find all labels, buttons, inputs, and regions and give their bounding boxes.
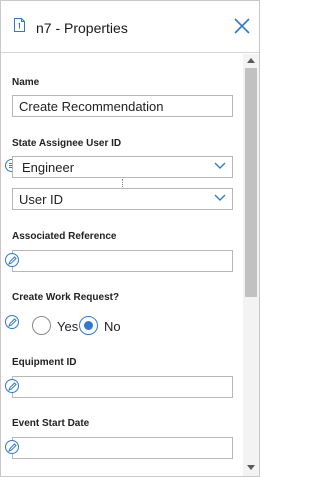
event-start-date-label: Event Start Date bbox=[12, 418, 90, 429]
radio-no[interactable] bbox=[79, 316, 98, 335]
pencil-icon[interactable] bbox=[5, 440, 19, 454]
user-id-value: User ID bbox=[19, 192, 64, 207]
state-assignee-value: Engineer bbox=[22, 160, 75, 175]
close-icon[interactable] bbox=[233, 17, 251, 35]
document-icon bbox=[14, 18, 25, 32]
scroll-down-icon[interactable] bbox=[247, 465, 255, 470]
associated-reference-field[interactable] bbox=[12, 250, 233, 272]
name-label: Name bbox=[12, 77, 40, 88]
pencil-icon[interactable] bbox=[5, 315, 19, 329]
scroll-thumb[interactable] bbox=[245, 68, 257, 297]
create-work-request-label: Create Work Request? bbox=[12, 292, 120, 303]
chevron-down-icon bbox=[214, 162, 226, 169]
properties-panel: n7 - Properties Name Create Recommendati… bbox=[0, 0, 260, 477]
panel-header: n7 - Properties bbox=[1, 1, 259, 53]
state-assignee-select[interactable]: Engineer bbox=[12, 156, 233, 178]
radio-yes[interactable] bbox=[32, 316, 51, 335]
name-value: Create Recommendation bbox=[19, 99, 164, 114]
radio-yes-label: Yes bbox=[57, 319, 79, 334]
equipment-id-label: Equipment ID bbox=[12, 357, 77, 368]
radio-no-label: No bbox=[104, 319, 121, 334]
equipment-id-field[interactable] bbox=[12, 376, 233, 398]
associated-reference-label: Associated Reference bbox=[12, 231, 117, 242]
event-start-date-field[interactable] bbox=[12, 437, 233, 459]
properties-content: Name Create Recommendation State Assigne… bbox=[1, 54, 243, 476]
pencil-icon[interactable] bbox=[5, 253, 19, 267]
chevron-down-icon bbox=[214, 194, 226, 201]
state-assignee-label: State Assignee User ID bbox=[12, 138, 122, 149]
user-id-select[interactable]: User ID bbox=[12, 188, 233, 210]
vertical-scrollbar[interactable] bbox=[243, 54, 259, 476]
scroll-up-icon[interactable] bbox=[247, 58, 255, 63]
panel-title: n7 - Properties bbox=[36, 20, 128, 36]
pencil-icon[interactable] bbox=[5, 379, 19, 393]
name-field[interactable]: Create Recommendation bbox=[12, 95, 233, 117]
